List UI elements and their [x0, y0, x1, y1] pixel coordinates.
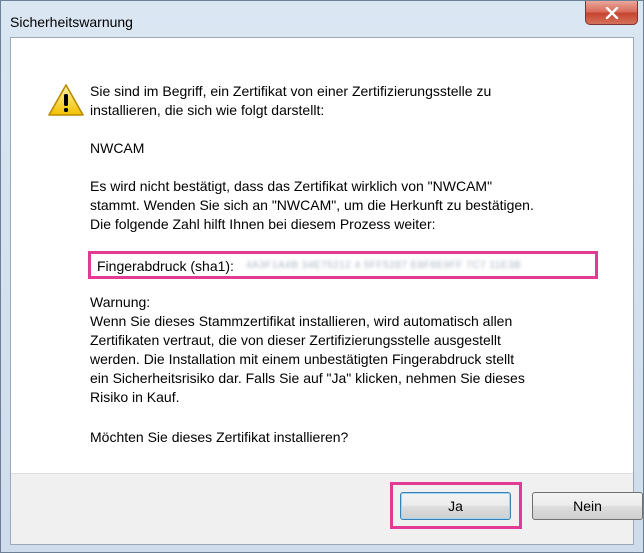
title-bar[interactable]: Sicherheitswarnung [1, 1, 643, 37]
warning-triangle-icon [48, 84, 84, 116]
fingerprint-highlight: Fingerabdruck (sha1): 4A3F1A4B 34E75212 … [88, 251, 598, 279]
window-title: Sicherheitswarnung [10, 14, 133, 30]
not-confirmed-text: Es wird nicht bestätigt, dass das Zertif… [90, 178, 534, 232]
fingerprint-label: Fingerabdruck (sha1): [97, 258, 234, 274]
intro-text: Sie sind im Begriff, ein Zertifikat von … [90, 83, 492, 118]
no-button[interactable]: Nein [532, 492, 643, 520]
security-warning-dialog: Sicherheitswarnung Sie sind im Begriff, … [0, 0, 644, 553]
warning-text: Warnung: Wenn Sie dieses Stammzertifikat… [90, 294, 525, 405]
close-button[interactable] [585, 1, 638, 25]
install-question: Möchten Sie dieses Zertifikat installier… [90, 429, 349, 445]
close-icon [605, 6, 618, 19]
fingerprint-value: 4A3F1A4B 34E75212 4 5FF5287 E8F8E9FF 7C7… [246, 260, 522, 271]
issuer-name: NWCAM [90, 140, 145, 156]
button-bar: Ja Nein [11, 473, 643, 544]
yes-button[interactable]: Ja [400, 492, 511, 520]
dialog-content: Sie sind im Begriff, ein Zertifikat von … [10, 37, 643, 545]
